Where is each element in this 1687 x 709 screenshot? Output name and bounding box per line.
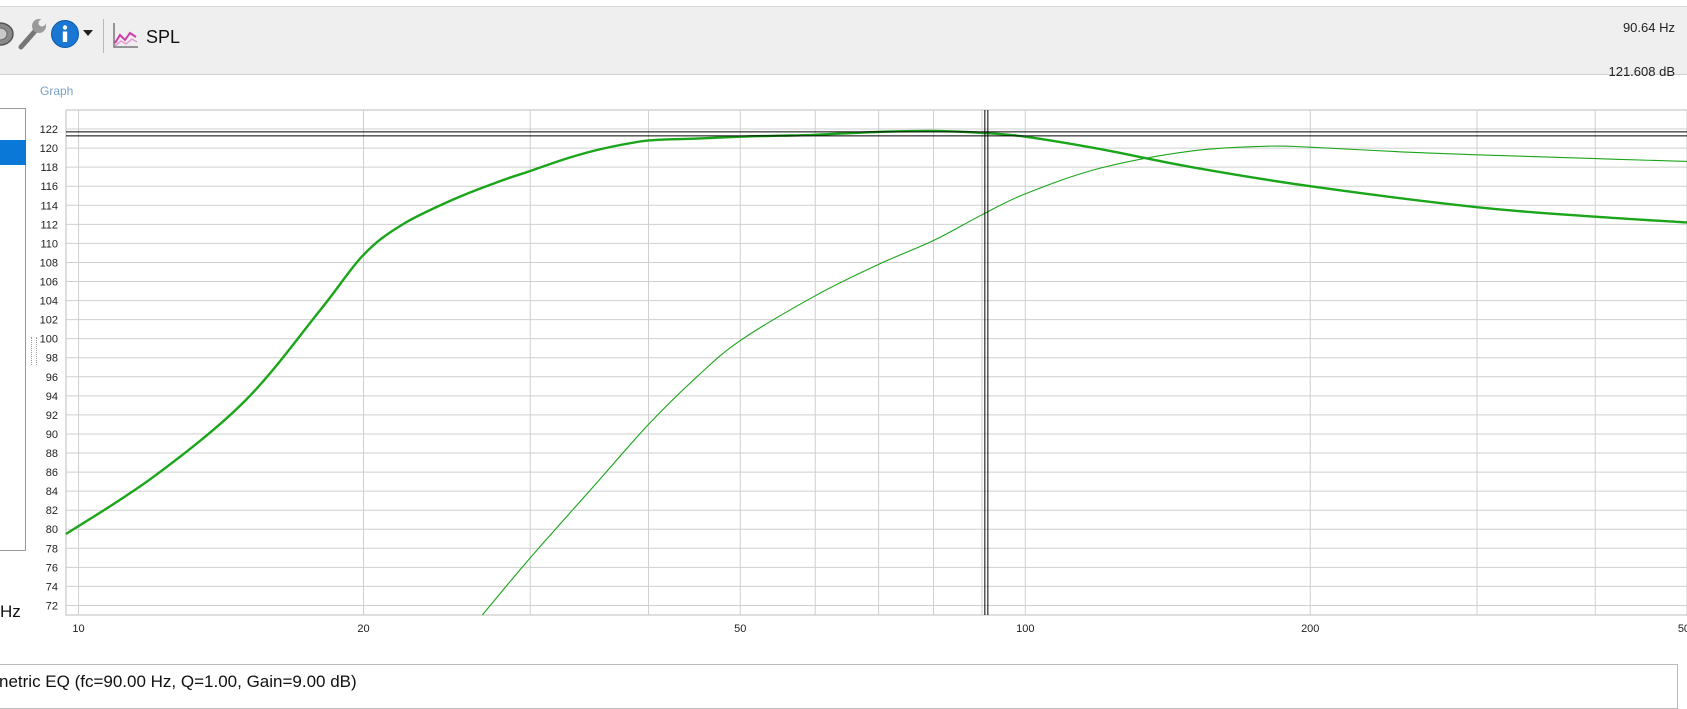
x-tick-label: 20: [357, 623, 369, 635]
y-tick-label: 80: [46, 524, 58, 536]
y-tick-label: 98: [46, 353, 58, 365]
eq-description-text: netric EQ (fc=90.00 Hz, Q=1.00, Gain=9.0…: [0, 672, 357, 691]
x-tick-label: 100: [1016, 623, 1034, 635]
x-tick-label: 500: [1678, 623, 1687, 635]
y-tick-label: 122: [40, 124, 58, 136]
y-tick-label: 106: [40, 277, 58, 289]
y-tick-label: 120: [40, 143, 58, 155]
y-tick-label: 110: [40, 238, 58, 250]
chart-grid: [65, 109, 1687, 616]
y-tick-label: 94: [46, 391, 58, 403]
y-tick-label: 92: [46, 410, 58, 422]
x-axis-ticks: 10 20 50 100 200 500: [72, 623, 1687, 635]
x-tick-label: 200: [1301, 623, 1319, 635]
y-tick-label: 72: [46, 600, 58, 612]
y-tick-label: 114: [40, 200, 58, 212]
x-tick-label: 10: [72, 623, 84, 635]
y-tick-label: 82: [46, 505, 58, 517]
eq-description-box: netric EQ (fc=90.00 Hz, Q=1.00, Gain=9.0…: [0, 664, 1678, 709]
spl-chart[interactable]: 72 74 76 78 80 82 84 86 88 90 92 94 96 98 100 102 104 106…: [0, 0, 1687, 650]
y-tick-label: 96: [46, 372, 58, 384]
y-tick-label: 90: [46, 429, 58, 441]
y-tick-label: 76: [46, 562, 58, 574]
y-tick-label: 84: [46, 486, 58, 498]
y-tick-label: 104: [40, 296, 58, 308]
y-tick-label: 118: [40, 162, 58, 174]
y-tick-label: 78: [46, 543, 58, 555]
y-tick-label: 116: [40, 181, 58, 193]
y-axis-ticks: 72 74 76 78 80 82 84 86 88 90 92 94 96 98 100 102 104 106…: [40, 124, 58, 612]
y-tick-label: 86: [46, 467, 58, 479]
y-tick-label: 108: [40, 257, 58, 269]
x-tick-label: 50: [734, 623, 746, 635]
y-tick-label: 102: [40, 315, 58, 327]
y-tick-label: 112: [40, 219, 58, 231]
y-tick-label: 100: [40, 334, 58, 346]
y-tick-label: 88: [46, 448, 58, 460]
y-tick-label: 74: [46, 581, 58, 593]
